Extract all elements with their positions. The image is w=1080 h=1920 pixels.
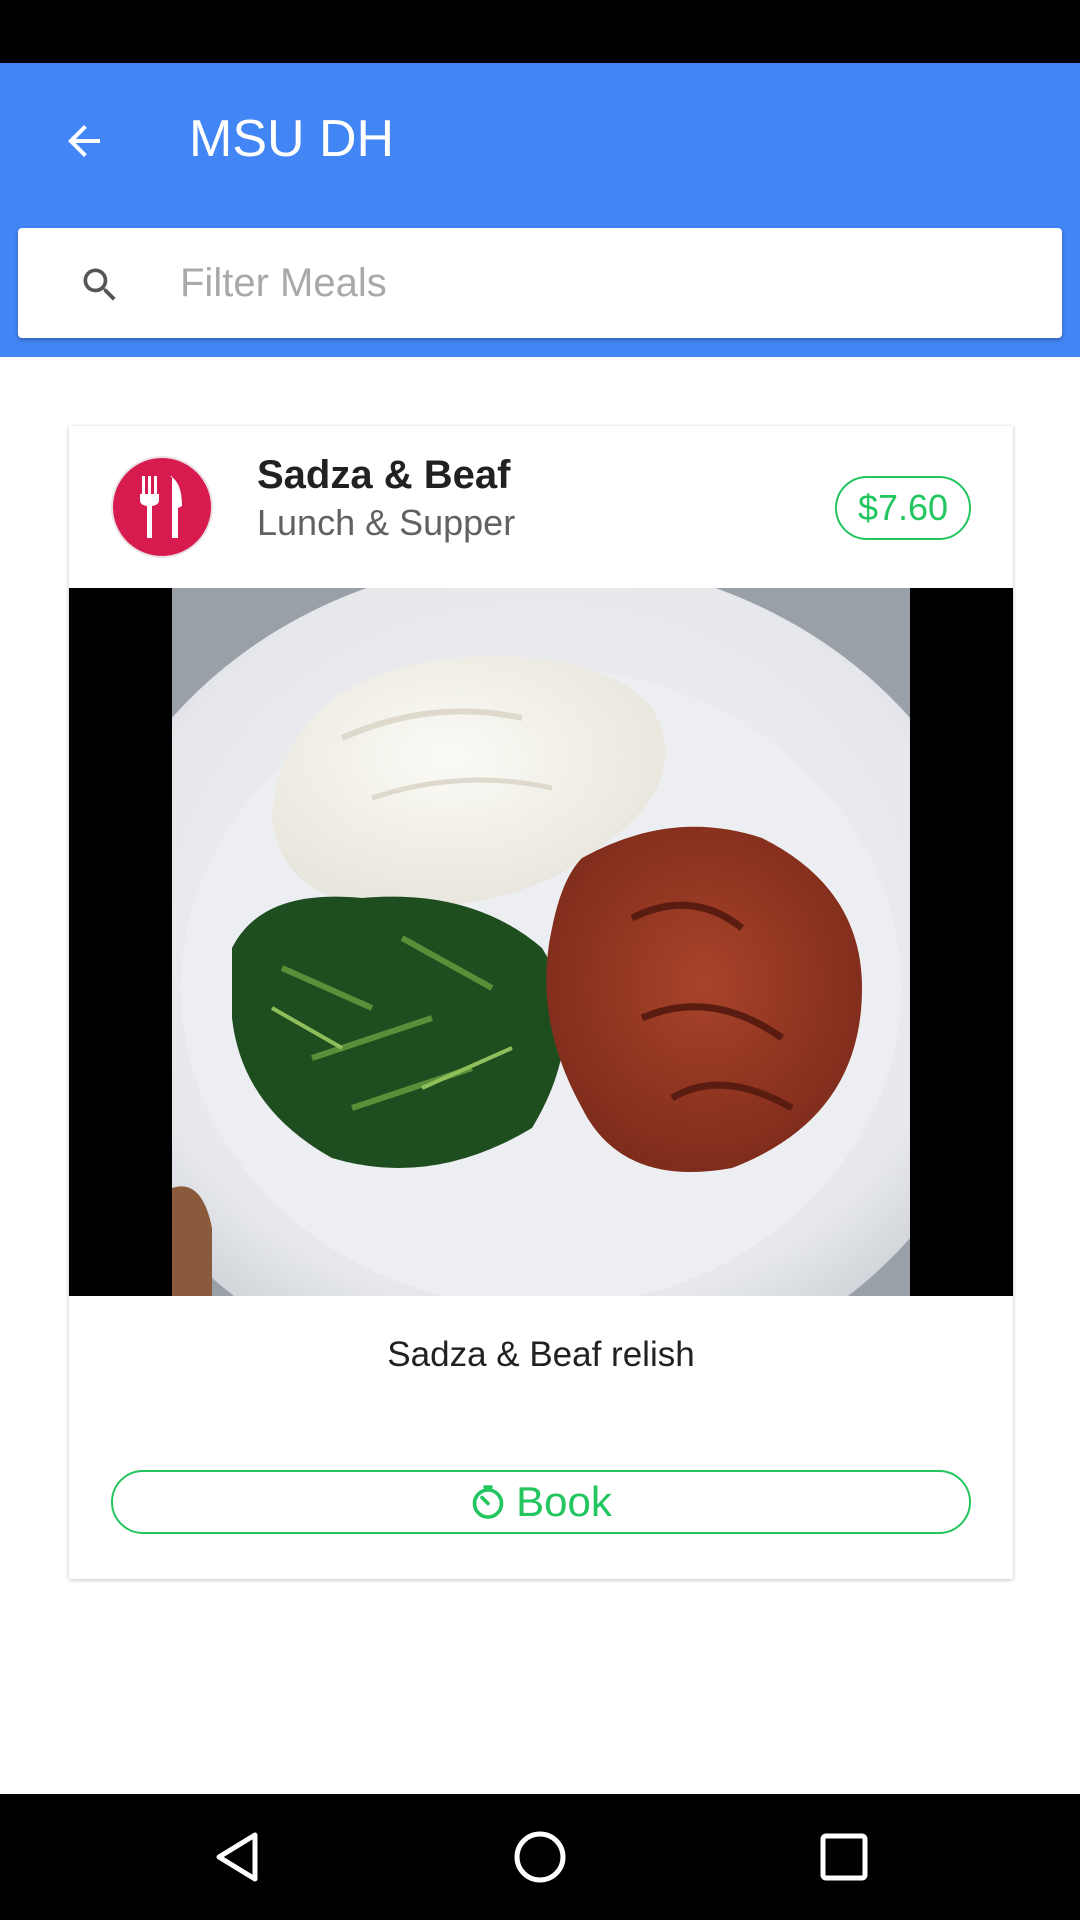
status-bar: [0, 0, 1080, 63]
meal-description: Sadza & Beaf relish: [387, 1335, 695, 1374]
meal-card: Sadza & Beaf Lunch & Supper $7.60 Sadza …: [69, 426, 1013, 1579]
timer-icon: [472, 1485, 504, 1519]
meal-image: [69, 588, 1013, 1296]
search-input[interactable]: [180, 248, 1020, 318]
system-nav-bar: [0, 1794, 1080, 1920]
meal-card-header: Sadza & Beaf Lunch & Supper $7.60: [69, 426, 1013, 588]
nav-recents-button[interactable]: [814, 1827, 874, 1887]
page-title: MSU DH: [189, 110, 395, 168]
meal-title: Sadza & Beaf: [257, 453, 511, 497]
nav-back-button[interactable]: [207, 1827, 267, 1887]
book-button-label: Book: [516, 1478, 612, 1525]
nav-home-button[interactable]: [510, 1827, 570, 1887]
search-bar: [18, 228, 1062, 338]
arrow-back-icon: [68, 125, 100, 157]
nav-back-icon: [216, 1832, 258, 1882]
search-icon: [83, 268, 116, 301]
avatar: [111, 456, 213, 558]
nav-home-icon: [514, 1831, 566, 1883]
meal-photo: [71, 588, 1011, 1296]
back-button[interactable]: [52, 109, 116, 173]
app-bar: MSU DH: [0, 63, 1080, 357]
meal-subtitle: Lunch & Supper: [257, 502, 516, 543]
price-badge: $7.60: [835, 476, 971, 540]
fork-knife-icon: [140, 476, 182, 538]
book-button[interactable]: Book: [111, 1470, 971, 1534]
nav-recents-icon: [820, 1833, 868, 1881]
